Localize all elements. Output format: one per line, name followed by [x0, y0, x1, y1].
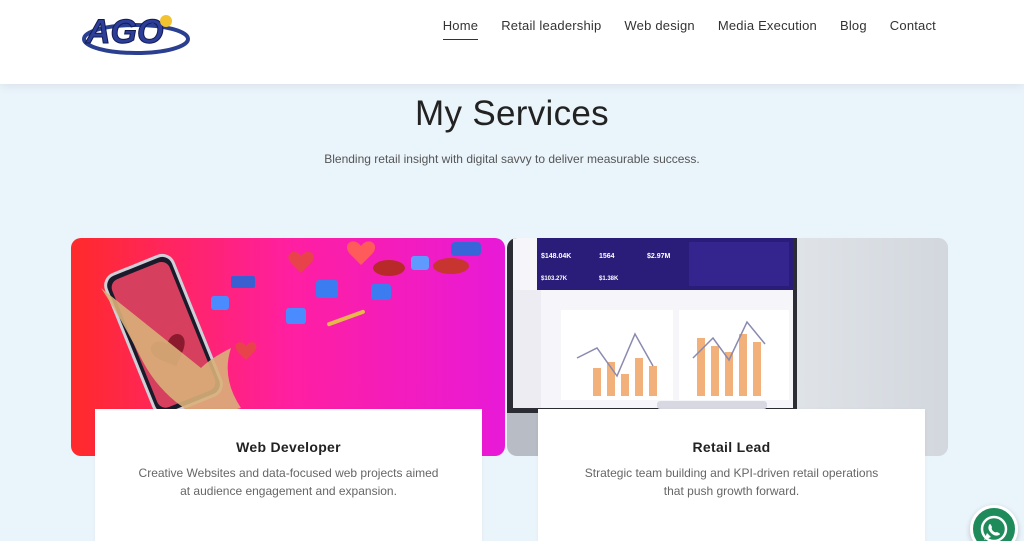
main-nav: Home Retail leadership Web design Media … — [442, 18, 936, 40]
dashboard-stat-4: $103.27K — [541, 276, 568, 282]
nav-media-execution[interactable]: Media Execution — [718, 18, 817, 40]
card-title: Retail Lead — [692, 439, 771, 455]
site-header: AGO Home Retail leadership Web design Me… — [0, 0, 1024, 84]
dashboard-stat-2: 1564 — [599, 253, 615, 260]
whatsapp-icon — [980, 515, 1008, 541]
retail-lead-card[interactable]: Retail Lead Strategic team building and … — [538, 409, 925, 541]
ago-logo[interactable]: AGO — [80, 3, 192, 63]
nav-home[interactable]: Home — [442, 18, 479, 40]
section-title: My Services — [415, 94, 609, 133]
card-description: Creative Websites and data-focused web p… — [138, 466, 439, 498]
dashboard-stat-3: $2.97M — [647, 253, 671, 260]
nav-contact[interactable]: Contact — [890, 18, 936, 40]
svg-text:AGO: AGO — [85, 13, 163, 51]
card-title: Web Developer — [236, 439, 341, 455]
nav-web-design[interactable]: Web design — [624, 18, 694, 40]
nav-blog[interactable]: Blog — [840, 18, 867, 40]
section-subtitle: Blending retail insight with digital sav… — [324, 152, 700, 166]
nav-retail-leadership[interactable]: Retail leadership — [501, 18, 601, 40]
web-developer-card[interactable]: Web Developer Creative Websites and data… — [95, 409, 482, 541]
whatsapp-button[interactable] — [970, 505, 1018, 541]
card-description: Strategic team building and KPI-driven r… — [584, 466, 879, 498]
dashboard-stat-1: $148.04K — [541, 253, 571, 260]
dashboard-stat-5: $1.38K — [599, 276, 619, 282]
